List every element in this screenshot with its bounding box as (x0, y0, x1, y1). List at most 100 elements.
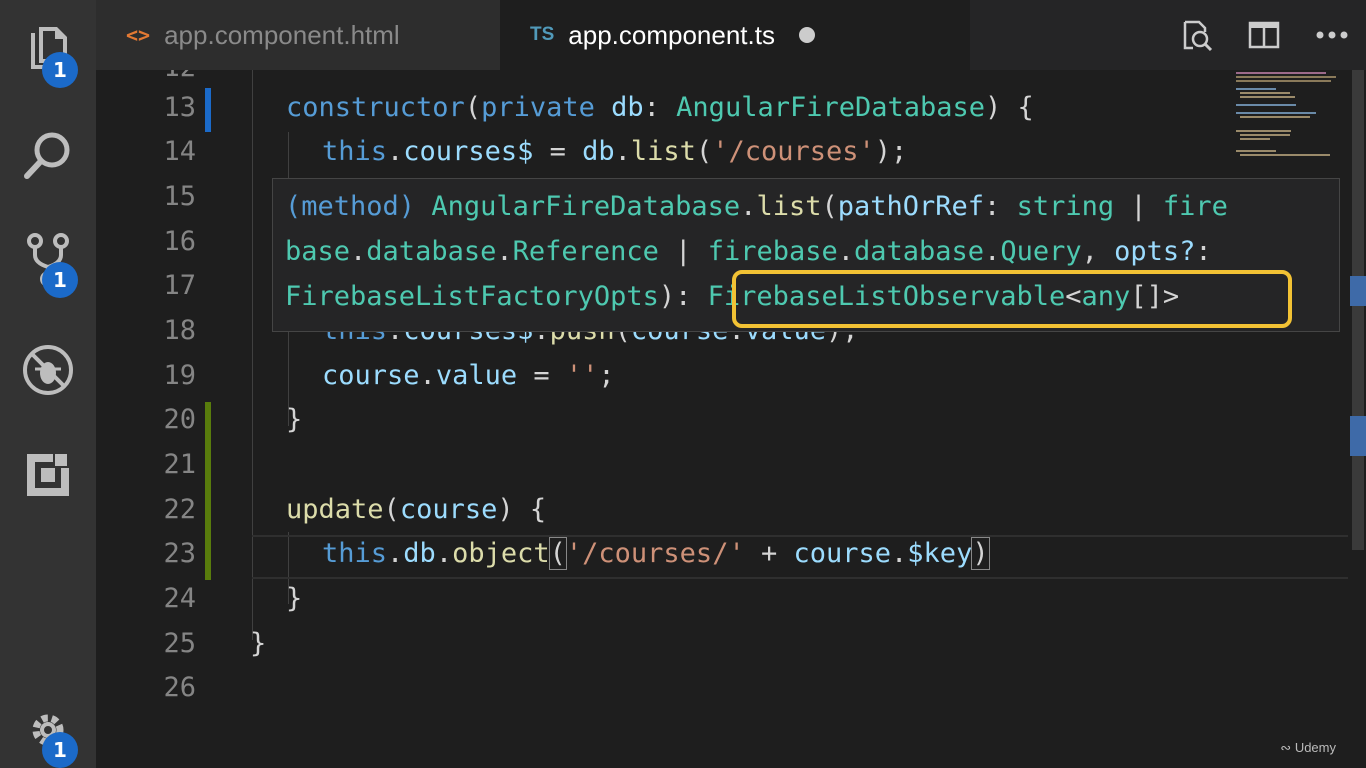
code-editor[interactable]: 12 13 14 15 16 17 18 19 20 21 22 23 24 2… (96, 70, 1366, 768)
line-number: 20 (163, 404, 196, 435)
tab-bar: <> app.component.html TS app.component.t… (96, 0, 1366, 70)
scm-badge: 1 (42, 262, 78, 298)
code-line-13: constructor(private db: AngularFireDatab… (286, 92, 1034, 123)
tab-label: app.component.html (164, 19, 400, 50)
line-number: 16 (163, 226, 196, 257)
code-token: : (643, 92, 677, 123)
code-token: ; (598, 360, 615, 391)
hover-token: list (756, 191, 822, 222)
settings-button[interactable]: 1 (0, 690, 96, 768)
code-token: db (582, 136, 615, 167)
code-token: AngularFireDatabase (676, 92, 986, 123)
hover-token: string (1016, 191, 1115, 222)
hover-token: | (1114, 191, 1163, 222)
watermark-label: Udemy (1294, 740, 1336, 755)
editor-actions (1162, 0, 1366, 70)
code-token: db (403, 538, 436, 569)
tab-app-component-ts[interactable]: TS app.component.ts (500, 0, 970, 70)
unsaved-dot-icon[interactable] (798, 27, 815, 43)
debug-button[interactable] (0, 330, 96, 410)
code-token: ( (464, 92, 482, 123)
bracket-match: ) (971, 537, 990, 570)
extensions-button[interactable] (0, 435, 96, 515)
scrollbar-thumb[interactable] (1352, 70, 1364, 550)
minimap-line (1240, 154, 1330, 156)
explorer-button[interactable]: 1 (0, 8, 96, 88)
code-token: course (322, 360, 420, 391)
hover-token: firebase (707, 236, 838, 267)
hover-token: ( (821, 191, 838, 222)
hover-token: . (740, 191, 757, 222)
more-actions-button[interactable] (1298, 0, 1366, 70)
hover-token: base (285, 236, 351, 267)
more-icon (1316, 31, 1348, 39)
ts-file-icon: TS (530, 24, 555, 45)
line-number: 15 (163, 181, 196, 212)
hover-token: , (1081, 236, 1115, 267)
code-token: = (517, 360, 566, 391)
code-token: ); (874, 136, 908, 167)
hover-token: . (837, 236, 855, 267)
code-token: . (387, 136, 404, 167)
hover-line-2: base.database.Reference | firebase.datab… (285, 236, 1212, 267)
hover-token: Reference (512, 236, 659, 267)
split-editor-button[interactable] (1230, 0, 1298, 70)
minimap-line (1240, 92, 1290, 94)
search-button[interactable] (0, 115, 96, 195)
code-token: this (322, 538, 388, 569)
code-token: constructor (286, 92, 465, 123)
vertical-scrollbar[interactable] (1350, 70, 1366, 768)
code-token: course (793, 538, 892, 569)
code-token: db (611, 92, 644, 123)
minimap-line (1236, 80, 1331, 82)
code-token: ( (695, 136, 713, 167)
minimap-line (1236, 150, 1276, 152)
open-changes-icon (1183, 20, 1213, 52)
line-number: 23 (163, 538, 196, 569)
tab-app-component-html[interactable]: <> app.component.html (96, 0, 500, 70)
minimap-line (1236, 130, 1291, 132)
added-lines-marker (205, 402, 211, 580)
code-token: ) { (985, 92, 1034, 123)
line-number: 12 (96, 70, 196, 83)
scroll-marker (1350, 416, 1366, 456)
hover-token: (method) (285, 191, 432, 222)
code-token: update (286, 494, 384, 525)
modified-line-marker (205, 88, 211, 132)
line-number: 21 (163, 449, 196, 480)
code-token: ) { (497, 494, 547, 525)
minimap[interactable] (1230, 70, 1350, 170)
code-token: + (744, 538, 794, 569)
minimap-line (1236, 112, 1316, 114)
hover-token: : (984, 191, 1017, 222)
explorer-badge: 1 (42, 52, 78, 88)
code-token: this (322, 136, 388, 167)
line-number: 25 (163, 628, 196, 659)
hover-token: database (366, 236, 497, 267)
line-number: 14 (163, 136, 196, 167)
hover-token: database (854, 236, 985, 267)
code-token: list (630, 136, 696, 167)
hover-token: opts? (1114, 236, 1196, 267)
open-preview-button[interactable] (1162, 0, 1230, 70)
code-token: ( (383, 494, 400, 525)
code-token: . (419, 360, 436, 391)
activity-bar: 1 1 1 (0, 0, 96, 768)
source-control-button[interactable]: 1 (0, 220, 96, 300)
minimap-line (1236, 104, 1296, 106)
code-token: value (435, 360, 518, 391)
code-token: . (435, 538, 453, 569)
code-line-19: course.value = ''; (322, 360, 615, 391)
scroll-marker (1350, 276, 1366, 306)
code-line-14: this.courses$ = db.list('/courses'); (322, 136, 907, 167)
hover-token: ): (658, 281, 708, 312)
hover-token: | (658, 236, 708, 267)
line-number: 17 (163, 270, 196, 301)
code-line-20: } (286, 404, 303, 435)
hover-token: . (496, 236, 513, 267)
hover-token: : (1195, 236, 1212, 267)
split-editor-icon (1248, 21, 1280, 49)
minimap-line (1240, 116, 1310, 118)
hover-token: . (984, 236, 1001, 267)
code-line-23: this.db.object('/courses/' + course.$key… (322, 537, 990, 570)
